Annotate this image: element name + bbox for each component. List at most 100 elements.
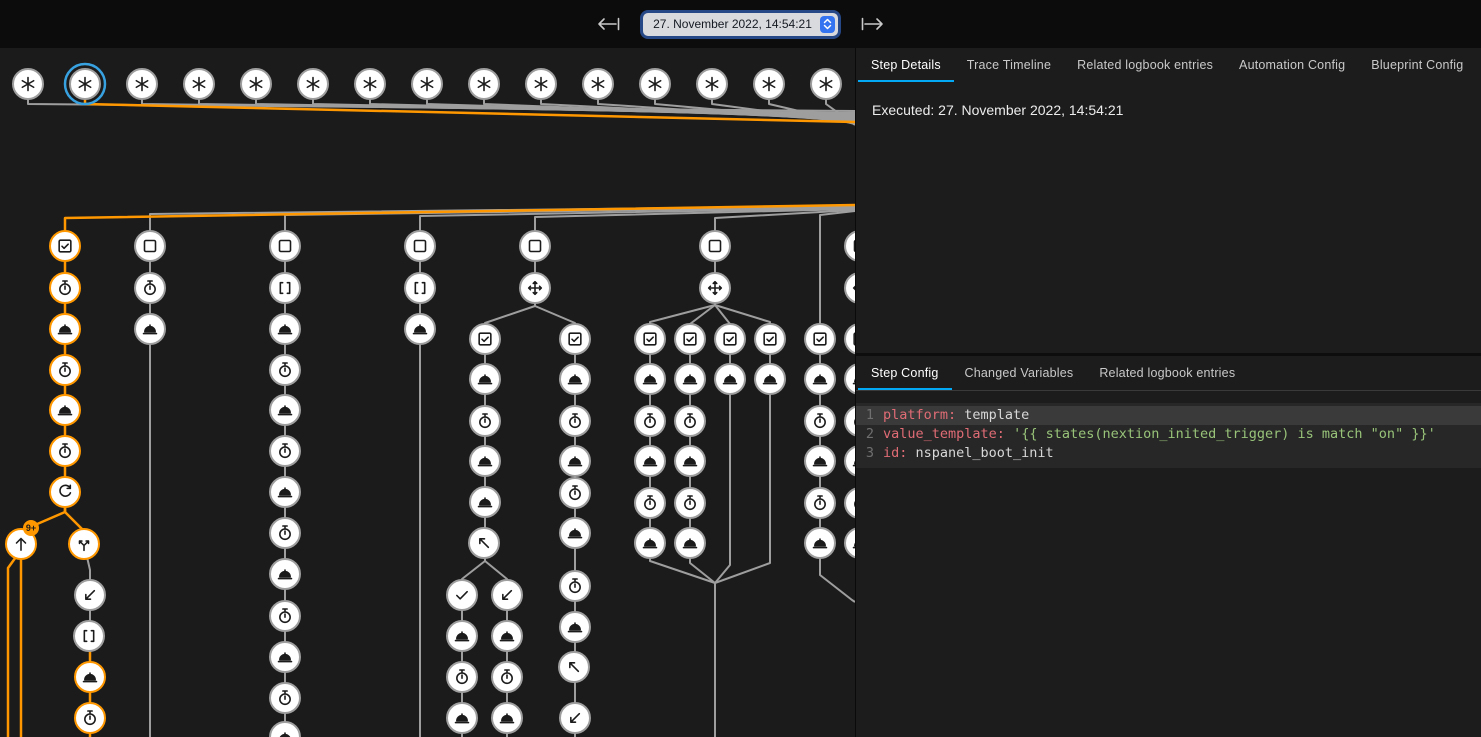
node-call-split[interactable] xyxy=(69,529,99,559)
node-bell[interactable] xyxy=(470,446,500,476)
node-bell[interactable] xyxy=(560,446,590,476)
node-bell[interactable] xyxy=(447,621,477,651)
node-bell[interactable] xyxy=(492,621,522,651)
node-asterisk[interactable] xyxy=(697,69,727,99)
node-bell[interactable] xyxy=(405,314,435,344)
node-timer[interactable] xyxy=(270,436,300,466)
node-timer[interactable] xyxy=(270,518,300,548)
node-asterisk[interactable] xyxy=(355,69,385,99)
node-asterisk[interactable] xyxy=(754,69,784,99)
node-bell[interactable] xyxy=(50,395,80,425)
node-bell[interactable] xyxy=(845,364,855,394)
details-tab-trace-timeline[interactable]: Trace Timeline xyxy=(954,48,1064,82)
node-asterisk[interactable] xyxy=(583,69,613,99)
node-timer[interactable] xyxy=(50,436,80,466)
node-timer[interactable] xyxy=(805,488,835,518)
node-square[interactable] xyxy=(845,231,855,261)
node-bell[interactable] xyxy=(845,446,855,476)
node-asterisk[interactable] xyxy=(65,64,105,104)
node-bell[interactable] xyxy=(635,528,665,558)
previous-run-button[interactable] xyxy=(591,13,627,35)
node-bell[interactable] xyxy=(675,446,705,476)
node-timer[interactable] xyxy=(560,478,590,508)
node-arrow-down-left[interactable] xyxy=(492,580,522,610)
node-bell[interactable] xyxy=(470,364,500,394)
node-bell[interactable] xyxy=(50,314,80,344)
node-timer[interactable] xyxy=(845,488,855,518)
node-bell[interactable] xyxy=(470,487,500,517)
node-timer[interactable] xyxy=(75,703,105,733)
node-timer[interactable] xyxy=(50,355,80,385)
node-arrow-down-left[interactable] xyxy=(560,703,590,733)
node-checkbox[interactable] xyxy=(50,231,80,261)
node-timer[interactable] xyxy=(270,355,300,385)
node-brackets[interactable] xyxy=(74,621,104,651)
node-bell[interactable] xyxy=(805,528,835,558)
node-asterisk[interactable] xyxy=(241,69,271,99)
node-bell[interactable] xyxy=(492,703,522,733)
node-timer[interactable] xyxy=(447,662,477,692)
details-tab-step-details[interactable]: Step Details xyxy=(858,48,954,82)
node-bell[interactable] xyxy=(135,314,165,344)
node-checkbox[interactable] xyxy=(635,324,665,354)
node-bell[interactable] xyxy=(447,703,477,733)
node-bell[interactable] xyxy=(560,518,590,548)
node-arrow-decision[interactable] xyxy=(845,273,855,303)
node-check[interactable] xyxy=(447,580,477,610)
node-square[interactable] xyxy=(700,231,730,261)
node-timer[interactable] xyxy=(635,406,665,436)
node-asterisk[interactable] xyxy=(127,69,157,99)
run-selector[interactable]: 27. November 2022, 14:54:21 xyxy=(643,13,838,36)
details-tab-blueprint-config[interactable]: Blueprint Config xyxy=(1358,48,1476,82)
node-timer[interactable] xyxy=(270,601,300,631)
node-bell[interactable] xyxy=(635,364,665,394)
node-arrow-down-left[interactable] xyxy=(75,580,105,610)
config-tab-related-logbook-entries[interactable]: Related logbook entries xyxy=(1086,356,1248,390)
details-tab-automation-config[interactable]: Automation Config xyxy=(1226,48,1358,82)
node-timer[interactable] xyxy=(492,662,522,692)
node-bell[interactable] xyxy=(805,446,835,476)
node-bell[interactable] xyxy=(755,364,785,394)
node-square[interactable] xyxy=(135,231,165,261)
node-timer[interactable] xyxy=(470,406,500,436)
node-timer[interactable] xyxy=(805,406,835,436)
node-square[interactable] xyxy=(520,231,550,261)
node-bell[interactable] xyxy=(845,528,855,558)
config-tab-changed-variables[interactable]: Changed Variables xyxy=(952,356,1087,390)
node-bell[interactable] xyxy=(270,395,300,425)
node-repeat[interactable] xyxy=(50,477,80,507)
node-checkbox[interactable] xyxy=(845,324,855,354)
code-editor[interactable]: 1platform: template2value_template: '{{ … xyxy=(856,403,1481,468)
node-asterisk[interactable] xyxy=(298,69,328,99)
node-timer[interactable] xyxy=(675,488,705,518)
node-checkbox[interactable] xyxy=(470,324,500,354)
node-timer[interactable] xyxy=(845,406,855,436)
node-arrow-up-left[interactable] xyxy=(469,528,499,558)
node-bell[interactable] xyxy=(675,364,705,394)
node-square[interactable] xyxy=(270,231,300,261)
node-bell[interactable] xyxy=(715,364,745,394)
config-tab-step-config[interactable]: Step Config xyxy=(858,356,952,390)
node-timer[interactable] xyxy=(635,488,665,518)
node-arrow-decision[interactable] xyxy=(520,273,550,303)
node-timer[interactable] xyxy=(50,273,80,303)
node-checkbox[interactable] xyxy=(715,324,745,354)
node-bell[interactable] xyxy=(270,314,300,344)
next-run-button[interactable] xyxy=(854,13,890,35)
node-brackets[interactable] xyxy=(405,273,435,303)
node-asterisk[interactable] xyxy=(469,69,499,99)
node-timer[interactable] xyxy=(675,406,705,436)
node-bell[interactable] xyxy=(560,612,590,642)
node-bell[interactable] xyxy=(805,364,835,394)
node-bell[interactable] xyxy=(270,477,300,507)
node-timer[interactable] xyxy=(560,406,590,436)
node-bell[interactable] xyxy=(675,528,705,558)
node-asterisk[interactable] xyxy=(640,69,670,99)
node-bell[interactable] xyxy=(75,662,105,692)
node-bell[interactable] xyxy=(270,559,300,589)
node-asterisk[interactable] xyxy=(526,69,556,99)
node-bell[interactable] xyxy=(635,446,665,476)
details-tab-related-logbook-entries[interactable]: Related logbook entries xyxy=(1064,48,1226,82)
node-checkbox[interactable] xyxy=(675,324,705,354)
node-arrow-decision[interactable] xyxy=(700,273,730,303)
